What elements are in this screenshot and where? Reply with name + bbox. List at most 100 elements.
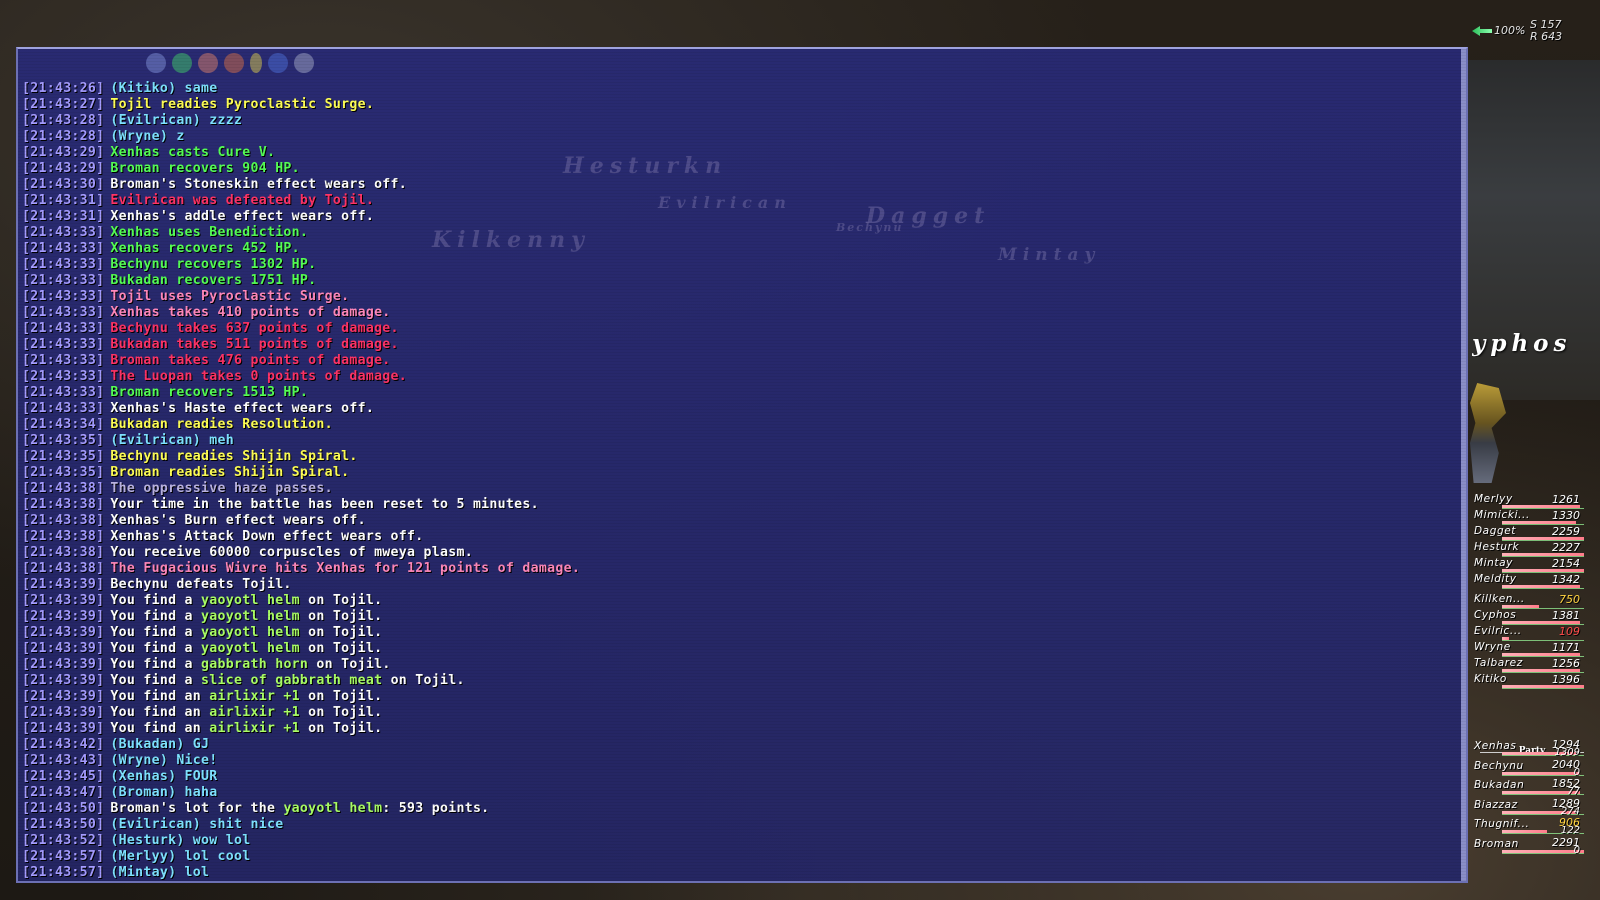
party-member[interactable]: Hesturk 2227 [1472,541,1584,557]
party-member[interactable]: Evilric... 109 [1472,625,1584,641]
member-name: Mimicki... [1474,509,1530,521]
chat-timestamp: [21:43:39] [22,625,105,640]
member-name: Meldity [1474,573,1517,585]
chat-timestamp: [21:43:50] [22,817,105,832]
buff-icon [172,53,192,73]
member-hp: 109 [1559,625,1580,638]
party-member[interactable]: Talbarez 1256 [1472,657,1584,673]
member-hp: 2154 [1552,557,1580,570]
chat-text: (Broman) haha [110,785,218,800]
chat-text: You find a [110,673,202,688]
chat-text: (Evilrican) shit nice [110,817,284,832]
chat-line: [21:43:33] Bechynu takes 637 points of da… [22,321,1456,337]
party-member[interactable]: Kitiko 1396 [1472,673,1584,689]
chat-text: Broman's lot for the [110,801,284,816]
chat-line: [21:43:52] (Hesturk) wow lol [22,833,1456,849]
chat-timestamp: [21:43:33] [22,353,105,368]
chat-timestamp: [21:43:33] [22,241,105,256]
chat-timestamp: [21:43:39] [22,689,105,704]
chat-timestamp: [21:43:33] [22,305,105,320]
chat-timestamp: [21:43:38] [22,481,105,496]
item-name: airlixir +1 [209,705,300,720]
party-member[interactable]: Broman 2291 0 [1472,836,1584,858]
chat-text: on Tojil. [299,609,383,624]
chat-text: Tojil uses Pyroclastic Surge. [110,289,350,304]
chat-line: [21:43:39] You find a slice of gabbrath m… [22,673,1456,689]
chat-log-window[interactable]: Hesturkn Evilrican Dagget Kilkenny Minta… [16,47,1468,883]
member-name: Dagget [1474,525,1517,537]
chat-timestamp: [21:43:30] [22,177,105,192]
target-name: yphos [1472,330,1572,357]
chat-text: You find a [110,593,202,608]
chat-timestamp: [21:43:39] [22,705,105,720]
member-hp: 1330 [1552,509,1580,522]
party-member[interactable]: Meldity 1342 [1472,573,1584,589]
chat-text: (Bukadan) GJ [110,737,210,752]
chat-text: Evilrican was defeated by Tojil. [110,193,375,208]
buff-icon [250,53,262,73]
chat-text: on Tojil. [299,641,383,656]
mp-bar [1502,774,1584,776]
chat-timestamp: [21:43:39] [22,609,105,624]
chat-text: Xenhas's Attack Down effect wears off. [110,529,424,544]
chat-line: [21:43:28] (Wryne) z [22,129,1456,145]
chat-line: [21:43:39] You find a yaoyotl helm on Toj… [22,609,1456,625]
chat-text: The Luopan takes 0 points of damage. [110,369,408,384]
member-name: Merlyy [1474,493,1513,505]
party-member[interactable]: Mimicki... 1330 [1472,509,1584,525]
chat-timestamp: [21:43:35] [22,449,105,464]
member-name: Bechynu [1474,759,1524,772]
chat-scrollbar[interactable] [1461,49,1466,881]
chat-line: [21:43:35] (Evilrican) meh [22,433,1456,449]
chat-text: Xenhas recovers 452 HP. [110,241,300,256]
chat-line: [21:43:42] (Bukadan) GJ [22,737,1456,753]
member-mp: 122 [1560,825,1580,836]
item-name: airlixir +1 [209,721,300,736]
mp-bar [1502,588,1584,589]
member-name: Biazzaz [1474,798,1518,811]
party-member[interactable]: Cyphos 1381 [1472,609,1584,625]
chat-text: (Xenhas) FOUR [110,769,218,784]
chat-line: [21:43:47] (Broman) haha [22,785,1456,801]
chat-timestamp: [21:43:38] [22,513,105,528]
chat-log: [21:43:26] (Kitiko) same [21:43:27] Tojil r… [22,81,1456,881]
chat-text: Xenhas uses Benediction. [110,225,309,240]
member-name: Mintay [1474,557,1513,569]
chat-text: Broman readies Shijin Spiral. [110,465,350,480]
member-name: Bukadan [1474,779,1525,791]
party-member[interactable]: Merlyy 1261 [1472,493,1584,509]
chat-text: Xenhas casts Cure V. [110,145,276,160]
chat-timestamp: [21:43:29] [22,145,105,160]
chat-text: Bechynu recovers 1302 HP. [110,257,317,272]
chat-timestamp: [21:43:31] [22,193,105,208]
buff-icon [198,53,218,73]
chat-text: on Tojil. [299,689,383,704]
chat-timestamp: [21:43:43] [22,753,105,768]
chat-text: Broman's Stoneskin effect wears off. [110,177,408,192]
member-hp: 1261 [1552,493,1580,506]
party-member[interactable]: Killken... 750 [1472,593,1584,609]
chat-text: Bukadan recovers 1751 HP. [110,273,317,288]
chat-timestamp: [21:43:33] [22,257,105,272]
chat-line: [21:43:39] Bechynu defeats Tojil. [22,577,1456,593]
chat-line: [21:43:33] Bechynu recovers 1302 HP. [22,257,1456,273]
chat-line: [21:43:28] (Evilrican) zzzz [22,113,1456,129]
chat-line: [21:43:33] Xenhas's Haste effect wears of… [22,401,1456,417]
chat-text: You receive 60000 corpuscles of mweya pl… [110,545,473,560]
chat-text: (Wryne) z [110,129,185,144]
chat-line: [21:43:29] Xenhas casts Cure V. [22,145,1456,161]
party-member[interactable]: Dagget 2259 [1472,525,1584,541]
chat-line: [21:43:43] (Wryne) Nice! [22,753,1456,769]
chat-text: Tojil readies Pyroclastic Surge. [110,97,375,112]
chat-timestamp: [21:43:39] [22,641,105,656]
member-name: Talbarez [1474,657,1523,669]
chat-text: Bechynu takes 637 points of damage. [110,321,399,336]
chat-text: (Evilrican) zzzz [110,113,243,128]
member-hp: 2259 [1552,525,1580,538]
member-hp: 750 [1559,593,1580,606]
party-member[interactable]: Mintay 2154 [1472,557,1584,573]
alliance-list-1: Merlyy 1261 Mimicki... 1330 Dagget 2259 Hestur… [1472,493,1584,589]
compass-hud: 100% S 157 R 643 [1472,18,1600,44]
party-member[interactable]: Wryne 1171 [1472,641,1584,657]
chat-line: [21:43:33] Xenhas takes 410 points of dam… [22,305,1456,321]
